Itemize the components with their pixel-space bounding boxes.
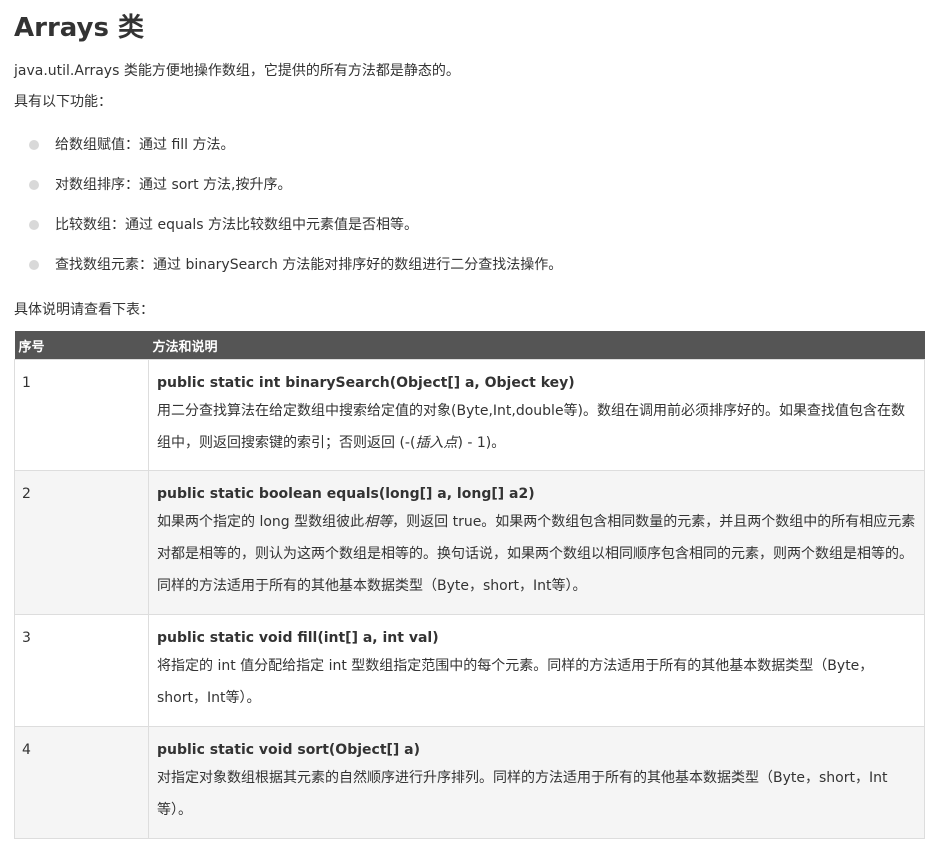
bullet-icon: [29, 260, 39, 270]
feature-text: 比较数组：通过 equals 方法比较数组中元素值是否相等。: [55, 217, 419, 233]
method-cell: public static void sort(Object[] a) 对指定对…: [148, 726, 925, 839]
method-description: 用二分查找算法在给定数组中搜索给定值的对象(Byte,Int,double等)。…: [157, 395, 916, 459]
column-header-num: 序号: [14, 331, 149, 360]
method-signature: public static int binarySearch(Object[] …: [157, 375, 575, 391]
description-text: 如果两个指定的 long 型数组彼此: [157, 514, 365, 530]
bullet-icon: [29, 140, 39, 150]
emphasis-text: 相等: [364, 514, 393, 530]
row-number: 4: [14, 726, 149, 839]
method-description: 对指定对象数组根据其元素的自然顺序进行升序排列。同样的方法适用于所有的其他基本数…: [157, 770, 888, 818]
feature-text: 给数组赋值：通过 fill 方法。: [55, 137, 235, 153]
feature-text: 对数组排序：通过 sort 方法,按升序。: [55, 177, 292, 193]
table-row: 4 public static void sort(Object[] a) 对指…: [14, 726, 925, 839]
list-item: 查找数组元素：通过 binarySearch 方法能对排序好的数组进行二分查找法…: [14, 254, 914, 294]
description-text: 用二分查找算法在给定数组中搜索给定值的对象(Byte,Int,double等)。…: [157, 403, 906, 451]
description-text: ) - 1)。: [457, 435, 506, 451]
features-intro: 具有以下功能：: [14, 94, 112, 110]
table-intro: 具体说明请查看下表：: [14, 302, 154, 318]
list-item: 比较数组：通过 equals 方法比较数组中元素值是否相等。: [14, 214, 914, 254]
methods-table: 序号 方法和说明 1 public static int binarySearc…: [14, 331, 925, 839]
list-item: 给数组赋值：通过 fill 方法。: [14, 134, 914, 174]
method-signature: public static void sort(Object[] a): [157, 742, 421, 758]
method-description: 如果两个指定的 long 型数组彼此相等，则返回 true。如果两个数组包含相同…: [157, 506, 916, 602]
table-row: 2 public static boolean equals(long[] a,…: [14, 470, 925, 615]
table-row: 1 public static int binarySearch(Object[…: [14, 359, 925, 471]
bullet-icon: [29, 220, 39, 230]
method-signature: public static void fill(int[] a, int val…: [157, 630, 439, 646]
method-cell: public static void fill(int[] a, int val…: [148, 614, 925, 727]
table-row: 3 public static void fill(int[] a, int v…: [14, 614, 925, 727]
row-number: 3: [14, 614, 149, 727]
table-header-row: 序号 方法和说明: [14, 331, 925, 360]
page-title: Arrays 类: [14, 13, 144, 43]
column-header-method: 方法和说明: [148, 331, 925, 360]
method-cell: public static int binarySearch(Object[] …: [148, 359, 925, 471]
emphasis-text: 插入点: [415, 435, 458, 451]
feature-text: 查找数组元素：通过 binarySearch 方法能对排序好的数组进行二分查找法…: [55, 257, 563, 273]
row-number: 1: [14, 359, 149, 471]
row-number: 2: [14, 470, 149, 615]
feature-list: 给数组赋值：通过 fill 方法。 对数组排序：通过 sort 方法,按升序。 …: [14, 134, 914, 294]
list-item: 对数组排序：通过 sort 方法,按升序。: [14, 174, 914, 214]
bullet-icon: [29, 180, 39, 190]
method-signature: public static boolean equals(long[] a, l…: [157, 486, 535, 502]
intro-paragraph: java.util.Arrays 类能方便地操作数组，它提供的所有方法都是静态的…: [14, 63, 460, 79]
method-description: 将指定的 int 值分配给指定 int 型数组指定范围中的每个元素。同样的方法适…: [157, 658, 874, 706]
method-cell: public static boolean equals(long[] a, l…: [148, 470, 925, 615]
